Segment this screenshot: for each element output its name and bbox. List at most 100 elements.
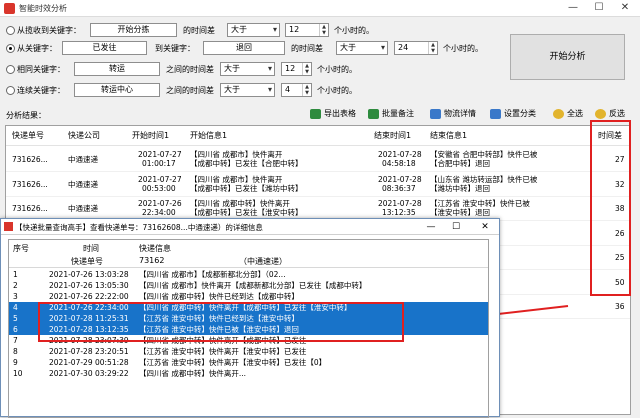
- spinner-arrows-icon[interactable]: ▲ ▼: [302, 84, 311, 96]
- bulb-icon: [595, 109, 606, 119]
- compare-select[interactable]: 大于: [220, 83, 275, 97]
- sub-tracking-no: 73162: [139, 256, 165, 265]
- col-header[interactable]: 开始时间1: [132, 130, 169, 141]
- hours-value: 12: [289, 25, 300, 34]
- keyword-input[interactable]: 转运: [74, 62, 160, 76]
- col-header[interactable]: 快递信息: [139, 243, 171, 254]
- detail-cell-info: 【四川省 成都中转】快件已经到达【成都中转】: [139, 292, 299, 301]
- category-button[interactable]: 设置分类: [488, 105, 536, 123]
- cell-t2a: 2021-07-28: [378, 150, 422, 159]
- sub-label: 快递单号: [71, 257, 103, 266]
- detail-cell-time: 2021-07-28 23:20:51: [49, 347, 129, 356]
- radio-label: 相同关键字：: [17, 65, 65, 74]
- category-icon: [490, 109, 501, 119]
- detail-cell-seq: 3: [13, 292, 18, 301]
- detail-row[interactable]: 2 2021-07-26 13:05:30 【四川省 成都市】快件离开【成都新都北分…: [9, 280, 488, 291]
- spinner-arrows-icon[interactable]: ▲ ▼: [319, 24, 328, 36]
- batch-note-label: 批量备注: [382, 109, 414, 118]
- logistics-button[interactable]: 物流详情: [428, 105, 476, 123]
- col-header[interactable]: 快递单号: [12, 130, 44, 141]
- highlight-box: [590, 120, 631, 296]
- cell-info2b: 【合肥中转】退回: [430, 159, 490, 168]
- cell-info2a: 【山东省 潍坊转运部】快件已被: [430, 174, 538, 184]
- start-analysis-button[interactable]: 开始分析: [510, 34, 625, 80]
- detail-cell-info: 【江苏省 淮安中转】快件离开【淮安中转】已发往【0】: [139, 358, 327, 367]
- table-header: 快递单号 快递公司 开始时间1 开始信息1 结束时间1 结束信息1 时间差: [6, 126, 630, 146]
- mid-label: 之间的时间差: [166, 65, 214, 74]
- keyword-input[interactable]: 已发往: [62, 41, 147, 55]
- minimize-button[interactable]: —: [560, 1, 586, 15]
- keyword2-input[interactable]: 退回: [203, 41, 285, 55]
- app-icon: [4, 3, 15, 14]
- mid-label: 的时间差: [183, 26, 215, 35]
- compare-select[interactable]: 大于: [336, 41, 388, 55]
- col-header[interactable]: 序号: [13, 243, 29, 254]
- col-header[interactable]: 结束时间1: [374, 130, 411, 141]
- cell-t1b: 00:53:00: [142, 183, 176, 193]
- detail-cell-time: 2021-07-26 22:22:00: [49, 292, 129, 301]
- hours-spinner[interactable]: 24 ▲ ▼: [394, 41, 438, 55]
- radio-same-keyword[interactable]: [6, 65, 15, 74]
- window-title: 智能时效分析: [19, 4, 67, 13]
- unit-label: 个小时的。: [334, 26, 374, 35]
- unit-label: 个小时的。: [317, 86, 357, 95]
- detail-row[interactable]: 3 2021-07-26 22:22:00 【四川省 成都中转】快件已经到达【成都中…: [9, 291, 488, 302]
- hours-spinner[interactable]: 4 ▲ ▼: [281, 83, 312, 97]
- cell-diff: 36: [615, 302, 625, 311]
- close-button[interactable]: ✕: [612, 1, 638, 15]
- col-header[interactable]: 结束信息1: [430, 130, 467, 141]
- radio-pickup-to-keyword[interactable]: [6, 26, 15, 35]
- detail-row[interactable]: 8 2021-07-28 23:20:51 【江苏省 淮安中转】快件离开【淮安中转】…: [9, 346, 488, 357]
- detail-row[interactable]: 1 2021-07-26 13:03:28 【四川省 成都市】【成都新都北分部】（0…: [9, 269, 488, 280]
- radio-label: 从揽收到关键字：: [17, 26, 81, 35]
- select-all-button[interactable]: 全选: [551, 105, 583, 123]
- col-header[interactable]: 快递公司: [68, 130, 100, 141]
- cell-t2a: 2021-07-28: [378, 174, 422, 184]
- dialog-minimize-button[interactable]: —: [421, 220, 441, 234]
- spinner-arrows-icon[interactable]: ▲ ▼: [428, 42, 437, 54]
- maximize-button[interactable]: ☐: [586, 1, 612, 15]
- cell-info2b: 【淮安中转】退回: [430, 208, 490, 217]
- radio-keyword-to-keyword[interactable]: [6, 44, 15, 53]
- hours-spinner[interactable]: 12 ▲ ▼: [285, 23, 329, 37]
- mid-label: 的时间差: [291, 44, 323, 53]
- detail-row[interactable]: 9 2021-07-29 00:51:28 【江苏省 淮安中转】快件离开【淮安中转】…: [9, 357, 488, 368]
- dialog-close-button[interactable]: ✕: [475, 220, 495, 234]
- cell-co: 中通速递: [68, 155, 98, 164]
- spinner-arrows-icon[interactable]: ▲ ▼: [302, 63, 311, 75]
- hours-value: 4: [285, 85, 291, 94]
- compare-select[interactable]: 大于: [227, 23, 280, 37]
- dialog-maximize-button[interactable]: ☐: [446, 220, 466, 234]
- cell-t1b: 22:34:00: [142, 208, 176, 217]
- table-row[interactable]: 731626... 中通速递 2021-07-27 01:00:17 【四川省 成都市】…: [6, 147, 630, 172]
- radio-consecutive-keyword[interactable]: [6, 86, 15, 95]
- export-button[interactable]: 导出表格: [308, 105, 356, 123]
- detail-row[interactable]: 10 2021-07-30 03:29:22 【四川省 成都中转】快件离开...: [9, 368, 488, 379]
- cell-t2b: 13:12:35: [382, 208, 416, 217]
- detail-cell-seq: 5: [13, 314, 18, 323]
- keyword-input[interactable]: 转运中心: [74, 83, 160, 97]
- cell-info1a: 【四川省 成都市】快件离开: [190, 150, 283, 159]
- detail-cell-time: 2021-07-29 00:51:28: [49, 358, 129, 367]
- cell-info1a: 【四川省 成都中转】快件离开: [190, 199, 290, 208]
- table-row[interactable]: 731626... 中通速递 2021-07-27 00:53:00 【四川省 成都市】…: [6, 172, 630, 197]
- detail-cell-time: 2021-07-26 13:03:28: [49, 270, 129, 279]
- sub-company: （中通速递）: [239, 257, 287, 266]
- cell-no: 731626...: [12, 204, 48, 213]
- col-header[interactable]: 时间: [83, 243, 99, 254]
- keyword-input[interactable]: 开始分拣: [90, 23, 177, 37]
- unit-label: 个小时的。: [317, 65, 357, 74]
- detail-cell-seq: 10: [13, 369, 23, 378]
- cell-t2b: 08:36:37: [382, 183, 416, 193]
- hours-spinner[interactable]: 12 ▲ ▼: [281, 62, 312, 76]
- results-label: 分析结果：: [6, 111, 46, 120]
- batch-note-button[interactable]: 批量备注: [366, 105, 414, 123]
- dialog-title-bar: 【快递批量查询高手】查看快递单号：73162608...中通速递）的详细信息 —…: [1, 219, 499, 235]
- cell-info2a: 【安徽省 合肥中转部】快件已被: [430, 150, 538, 159]
- cell-info1b: 【成都中转】已发往【合肥中转】: [190, 159, 303, 168]
- col-header[interactable]: 开始信息1: [190, 130, 227, 141]
- highlight-box: [38, 302, 404, 342]
- note-icon: [368, 109, 379, 119]
- cell-t1a: 2021-07-27: [138, 150, 182, 159]
- compare-select[interactable]: 大于: [220, 62, 275, 76]
